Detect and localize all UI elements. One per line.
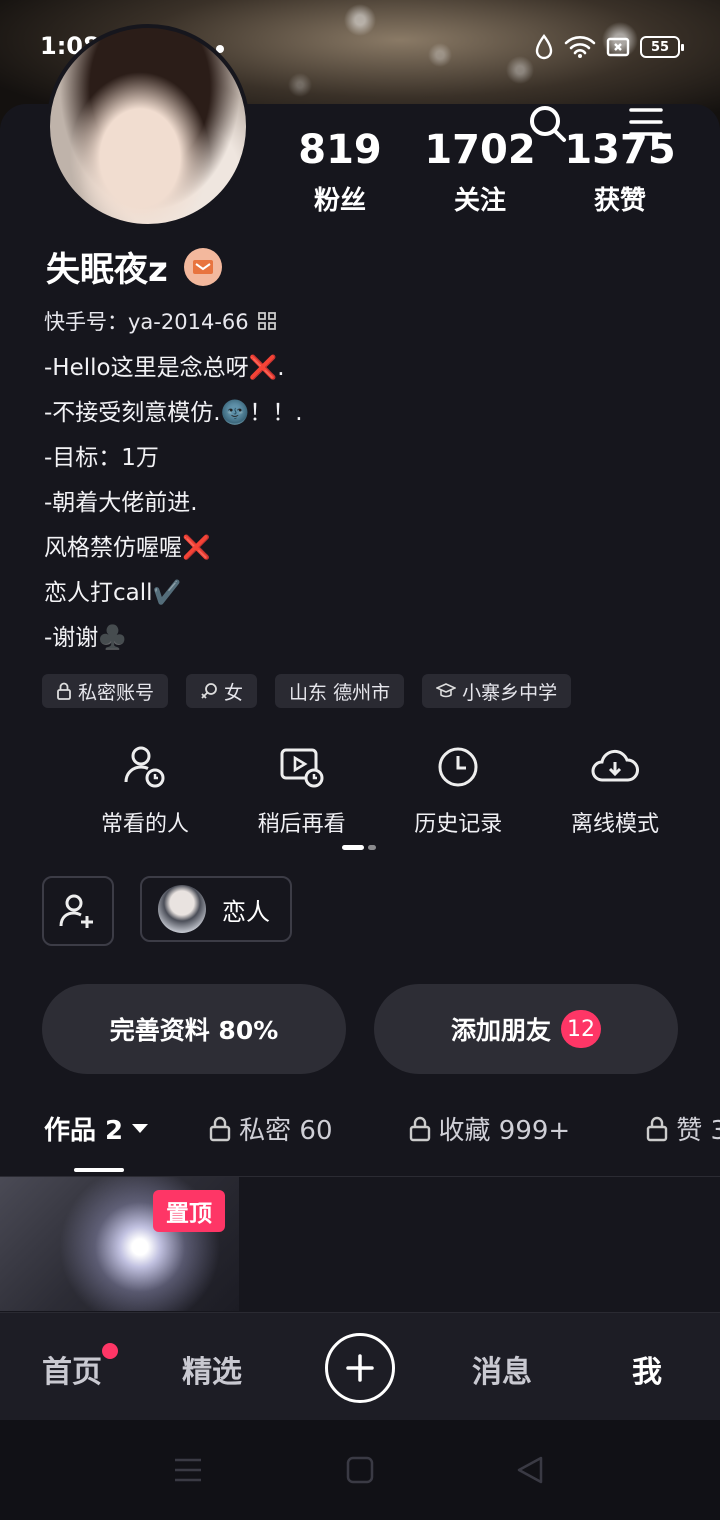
quick-actions: 常看的人 稍后再看 历史记录 离线模式 [70,744,690,838]
lover-label: 恋人 [222,897,270,926]
quick-label: 常看的人 [100,812,189,837]
profile-avatar[interactable] [46,24,250,228]
add-user-icon [59,894,93,928]
tab-favorites[interactable]: 收藏 999+ [409,1110,571,1147]
level-badge-icon[interactable] [183,247,222,286]
lover-chip[interactable]: 恋人 [140,876,292,942]
stat-followers[interactable]: 819 粉丝 [270,128,410,217]
lock-icon [647,1116,668,1141]
bio-line: -朝着大佬前进. [44,490,198,516]
caret-down-icon[interactable] [131,1123,149,1135]
nav-home[interactable]: 首页 [42,1347,102,1391]
content-tabs: 作品 2 私密 60 收藏 999+ 赞 3 [44,1110,720,1170]
quick-label: 离线模式 [570,812,659,837]
profile-bio[interactable]: -Hello这里是念总呀❌. -不接受刻意模仿.🌚！！. -目标：1万 -朝着大… [44,346,303,661]
tab-works[interactable]: 作品 2 [44,1110,149,1147]
battery-indicator: 55 [640,36,684,58]
cloud-download-icon [591,749,639,782]
lock-icon [57,682,71,700]
quick-label: 稍后再看 [257,812,346,837]
data-saver-icon [535,34,553,60]
stat-likes[interactable]: 1375 获赞 [550,128,690,217]
home-square-icon[interactable] [345,1455,375,1485]
back-triangle-icon[interactable] [514,1454,546,1486]
name-row: 失眠夜z [46,242,222,291]
tag-school[interactable]: 小寨乡中学 [422,674,572,708]
quick-actions-page-indicator [342,845,378,850]
bio-line: -谢谢♣️ [44,625,127,651]
lock-icon [209,1116,231,1141]
profile-tags: 私密账号 女 山东 德州市 小寨乡中学 [42,674,572,708]
video-thumbnail[interactable]: 置顶 [0,1177,239,1311]
nav-featured[interactable]: 精选 [182,1347,242,1391]
tab-label: 私密 60 [239,1116,333,1146]
bio-line: 恋人打call✔️ [44,580,182,606]
complete-profile-button[interactable]: 完善资料 80% [42,984,346,1074]
complete-profile-label: 完善资料 80% [109,1016,279,1045]
pinned-badge: 置顶 [153,1190,225,1232]
tab-label: 赞 3 [676,1116,720,1146]
gender-female-icon [201,683,217,699]
nav-home-notification-dot [102,1343,118,1359]
tag-label: 女 [224,681,244,704]
active-tab-indicator [74,1168,124,1172]
graduation-cap-icon [436,683,457,698]
tag-label: 小寨乡中学 [462,681,558,704]
stat-label: 获赞 [593,186,646,216]
profile-stats: 819 粉丝 1702 关注 1375 获赞 [270,128,690,217]
stat-value: 1375 [564,127,676,173]
quick-frequent-people[interactable]: 常看的人 [70,744,220,838]
stat-following[interactable]: 1702 关注 [410,128,550,217]
play-later-icon [280,748,324,788]
quick-watch-later[interactable]: 稍后再看 [227,744,377,838]
nav-messages[interactable]: 消息 [472,1347,532,1391]
screen-cast-icon [606,37,630,57]
add-friends-button[interactable]: 添加朋友 12 [374,984,678,1074]
quick-label: 历史记录 [414,812,503,837]
add-friend-button[interactable] [42,876,114,946]
profile-actions: 完善资料 80% 添加朋友 12 [42,984,678,1074]
clock-icon [438,747,478,787]
quick-history[interactable]: 历史记录 [383,744,533,838]
stat-value: 1702 [424,127,536,173]
system-navigation-bar [0,1420,720,1520]
add-friends-label: 添加朋友 [450,1016,551,1045]
tab-label: 作品 2 [44,1116,124,1146]
bio-line: -目标：1万 [44,445,159,471]
stat-label: 粉丝 [313,186,366,216]
lover-avatar [158,885,206,933]
tag-label: 私密账号 [78,681,155,704]
recents-menu-icon[interactable] [172,1456,204,1484]
nav-me[interactable]: 我 [632,1347,662,1391]
tab-label: 收藏 999+ [438,1116,571,1146]
bio-line: -不接受刻意模仿.🌚！！. [44,400,303,426]
stat-value: 819 [298,127,382,173]
qr-code-icon[interactable] [257,311,277,331]
quick-offline-mode[interactable]: 离线模式 [540,744,690,838]
create-button[interactable] [325,1333,395,1403]
tag-location[interactable]: 山东 德州市 [275,674,405,708]
bio-line: 风格禁仿喔喔❌ [44,535,211,561]
friends-row: 恋人 [42,876,292,946]
wifi-icon [564,36,596,58]
tag-gender[interactable]: 女 [186,674,258,708]
kuaishou-id[interactable]: 快手号：ya-2014-66 [44,306,277,336]
lock-icon [409,1116,430,1141]
add-friends-count-badge: 12 [561,1010,601,1048]
people-clock-icon [124,746,165,788]
tab-likes[interactable]: 赞 3 [646,1110,720,1147]
stat-label: 关注 [453,186,506,216]
plus-icon [346,1354,374,1382]
kuaishou-id-text: 快手号：ya-2014-66 [44,310,249,334]
profile-name: 失眠夜z [46,250,168,290]
tag-label: 山东 德州市 [289,681,391,704]
bottom-nav: 首页 精选 消息 我 [0,1312,720,1420]
bio-line: -Hello这里是念总呀❌. [44,355,285,381]
tab-private[interactable]: 私密 60 [209,1110,333,1147]
tag-private-account[interactable]: 私密账号 [42,674,169,708]
